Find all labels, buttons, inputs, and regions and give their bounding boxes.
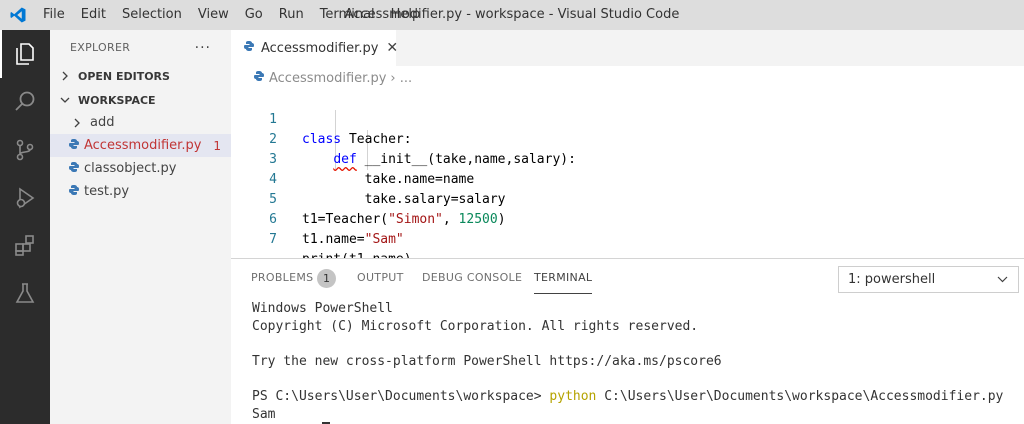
explorer-sidebar: EXPLORER ··· OPEN EDITORS WORKSPACE add … (50, 30, 231, 424)
tab-terminal[interactable]: TERMINAL (534, 271, 593, 294)
code-text: class Teacher: (302, 132, 412, 147)
terminal-output[interactable]: Windows PowerShell Copyright (C) Microso… (252, 300, 1022, 424)
chevron-right-icon (58, 71, 72, 81)
menu-view[interactable]: View (190, 0, 237, 30)
file-label: Accessmodifier.py (84, 138, 202, 153)
activity-bar (0, 30, 50, 424)
terminal-line: Sam (252, 407, 276, 423)
python-file-icon (68, 138, 80, 154)
code-text: t1.name="Sam" (302, 232, 404, 247)
file-item-test[interactable]: test.py (50, 180, 231, 203)
code-line: 1 class Teacher: (231, 90, 411, 147)
code-line: 6 t1.name="Sam" (231, 190, 404, 247)
run-debug-icon[interactable] (0, 174, 50, 222)
testing-icon[interactable] (0, 270, 50, 318)
source-control-icon[interactable] (0, 126, 50, 174)
code-text: take.name=name (302, 172, 475, 187)
file-item-classobject[interactable]: classobject.py (50, 157, 231, 180)
explorer-header: EXPLORER ··· (50, 30, 231, 65)
file-label: classobject.py (84, 161, 177, 176)
open-editors-label: OPEN EDITORS (78, 69, 170, 83)
folder-label: add (90, 115, 115, 130)
tab-debug-console[interactable]: DEBUG CONSOLE (422, 271, 522, 284)
problem-count-badge: 1 (213, 138, 222, 153)
code-text: take.salary=salary (302, 192, 506, 207)
explorer-title: EXPLORER (70, 41, 131, 54)
tab-output[interactable]: OUTPUT (357, 271, 404, 284)
code-line: 3 take.name=name (231, 130, 474, 187)
editor-tab-accessmodifier[interactable]: Accessmodifier.py ✕ (231, 30, 398, 66)
breadcrumb: Accessmodifier.py › ... (231, 66, 1024, 90)
python-file-icon (243, 40, 255, 56)
breadcrumb-file[interactable]: Accessmodifier.py (269, 71, 386, 86)
code-line: 5 t1=Teacher("Simon", 12500) (231, 170, 505, 227)
terminal-command: python (549, 389, 597, 405)
menu-bar: File Edit Selection View Go Run Terminal… (35, 0, 428, 30)
menu-run[interactable]: Run (271, 0, 312, 30)
code-editor[interactable]: 1 class Teacher: 2 def __init__(take,nam… (231, 90, 1024, 267)
code-text: def __init__(take,name,salary): (333, 152, 576, 167)
workspace-label: WORKSPACE (78, 93, 156, 107)
close-icon[interactable]: ✕ (386, 40, 398, 56)
menu-selection[interactable]: Selection (114, 0, 190, 30)
file-label: test.py (84, 184, 130, 199)
folder-item-add[interactable]: add (50, 111, 231, 134)
code-line: 2 def __init__(take,name,salary): (231, 110, 576, 167)
python-file-icon (68, 184, 80, 200)
terminal-line: Windows PowerShell (252, 301, 393, 316)
terminal-command-line: PS C:\Users\User\Documents\workspace> py… (252, 388, 1022, 406)
explorer-icon[interactable] (0, 30, 50, 78)
file-item-accessmodifier[interactable]: Accessmodifier.py 1 (50, 134, 231, 157)
terminal-select-value: 1: powershell (848, 272, 936, 287)
extensions-icon[interactable] (0, 222, 50, 270)
problems-count-badge: 1 (317, 269, 336, 288)
chevron-down-icon (997, 267, 1008, 301)
title-bar: File Edit Selection View Go Run Terminal… (0, 0, 1024, 30)
tab-problems[interactable]: PROBLEMS (251, 271, 313, 284)
menu-help[interactable]: Help (383, 0, 429, 30)
menu-file[interactable]: File (35, 0, 73, 30)
terminal-prompt: PS C:\Users\User\Documents\workspace> (252, 389, 550, 405)
vscode-logo-icon (0, 0, 35, 30)
terminal-line: Copyright (C) Microsoft Corporation. All… (252, 318, 699, 334)
open-editors-section[interactable]: OPEN EDITORS (50, 65, 231, 87)
code-line: 4 take.salary=salary (231, 150, 505, 207)
bottom-panel: PROBLEMS 1 OUTPUT DEBUG CONSOLE TERMINAL… (231, 258, 1024, 424)
code-line: 7 print(t1.name) (231, 210, 411, 267)
menu-terminal[interactable]: Terminal (312, 0, 383, 30)
chevron-right-icon (70, 118, 84, 128)
line-number: 7 (269, 232, 277, 247)
python-file-icon (253, 70, 265, 86)
terminal-line: Try the new cross-platform PowerShell ht… (252, 354, 722, 370)
menu-edit[interactable]: Edit (73, 0, 114, 30)
editor-tab-bar: Accessmodifier.py ✕ (231, 30, 1024, 66)
terminal-select[interactable]: 1: powershell (838, 266, 1019, 293)
tab-label: Accessmodifier.py (261, 40, 379, 56)
more-actions-button[interactable]: ··· (195, 40, 211, 56)
chevron-down-icon (58, 96, 72, 104)
code-text: t1=Teacher("Simon", 12500) (302, 212, 506, 227)
python-file-icon (68, 161, 80, 177)
menu-go[interactable]: Go (237, 0, 271, 30)
search-icon[interactable] (0, 78, 50, 126)
breadcrumb-more[interactable]: › ... (390, 71, 412, 86)
panel-tab-bar: PROBLEMS 1 OUTPUT DEBUG CONSOLE TERMINAL… (231, 259, 1024, 297)
workspace-section[interactable]: WORKSPACE (50, 89, 231, 111)
terminal-command-arg: C:\Users\User\Documents\workspace\Access… (596, 389, 1004, 405)
